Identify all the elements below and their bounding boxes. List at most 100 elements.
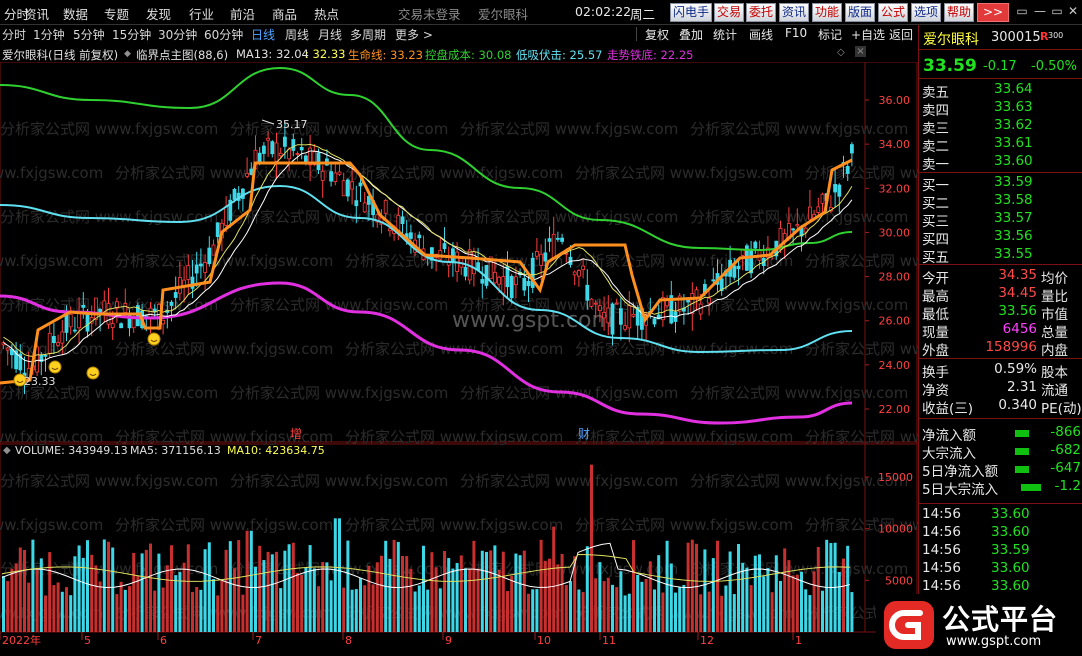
formula-name[interactable]: 临界点主图(88,6) xyxy=(136,47,228,63)
menu-item-hot[interactable]: 热点 xyxy=(314,4,339,23)
menu-item-frontier[interactable]: 前沿 xyxy=(230,4,255,23)
collapse-icon[interactable]: ◇ xyxy=(837,47,845,58)
volume-bar xyxy=(161,587,165,632)
candle-body xyxy=(110,323,115,329)
help-button[interactable]: 帮助 xyxy=(944,3,975,22)
period-more[interactable]: 更多 > xyxy=(395,26,433,43)
candle-body xyxy=(383,199,388,214)
volume-bar xyxy=(690,539,694,632)
period-1min[interactable]: 1分钟 xyxy=(33,26,65,43)
candle-body xyxy=(837,184,842,197)
menu-item-discover[interactable]: 发现 xyxy=(146,4,171,23)
draw-line-button[interactable]: 画线 xyxy=(749,26,773,43)
volume-bar xyxy=(783,548,787,632)
divider xyxy=(919,78,1082,79)
formula-button[interactable]: 公式 xyxy=(878,3,909,22)
menu-item-commodity[interactable]: 商品 xyxy=(272,4,297,23)
news-button[interactable]: 资讯 xyxy=(779,3,810,22)
volume-bar xyxy=(501,551,505,632)
candle-body xyxy=(278,152,283,157)
add-watchlist-button[interactable]: +自选 xyxy=(851,26,885,43)
stat2-label2: 流通 xyxy=(1041,383,1068,399)
f10-button[interactable]: F10 xyxy=(785,26,807,40)
volume-bar xyxy=(157,553,161,632)
period-15min[interactable]: 15分钟 xyxy=(112,26,151,43)
login-status[interactable]: 交易未登录 xyxy=(398,4,461,23)
volume-bar xyxy=(388,558,392,632)
candle-body xyxy=(232,188,237,200)
watermark-text: 分析家公式网 www.fxjgsw.com xyxy=(575,164,793,182)
back-button[interactable]: 返回 xyxy=(889,26,913,43)
volume-bar xyxy=(123,589,127,632)
volume-bar xyxy=(657,555,661,632)
candle-body xyxy=(539,253,543,266)
mark-button[interactable]: 标记 xyxy=(818,26,842,43)
menu-item-topics[interactable]: 专题 xyxy=(104,4,129,23)
date-tick-label: 7 xyxy=(255,634,262,647)
period-30min[interactable]: 30分钟 xyxy=(158,26,197,43)
kline-chart[interactable]: 分析家公式网 www.fxjgsw.com 分析家公式网 www.fxjgsw.c… xyxy=(0,62,918,656)
menu-item-news[interactable]: 资讯 xyxy=(24,4,49,23)
function-button[interactable]: 功能 xyxy=(812,3,843,22)
candle-body xyxy=(492,271,497,284)
close-pane-icon[interactable]: × xyxy=(855,46,866,57)
period-fenshi[interactable]: 分时 xyxy=(2,26,26,43)
watermark-text: 分析家公式网 www.fxjgsw.com xyxy=(805,428,918,446)
candle-body xyxy=(514,276,518,286)
volume-bar xyxy=(312,568,316,632)
volume-bar xyxy=(514,553,518,632)
restore-right-button[interactable]: 复权 xyxy=(645,26,669,43)
volume-bar xyxy=(300,575,304,632)
options-button[interactable]: 选项 xyxy=(911,3,942,22)
overlay-button[interactable]: 叠加 xyxy=(679,26,703,43)
volume-ma5: MA5: 371156.13 xyxy=(130,444,221,457)
volume-bar xyxy=(199,589,203,632)
window-restore-icon[interactable]: ▭ xyxy=(1012,2,1032,20)
volume-bar xyxy=(279,588,283,632)
order-button[interactable]: 委托 xyxy=(746,3,777,22)
candle-body xyxy=(186,265,191,280)
period-multi[interactable]: 多周期 xyxy=(350,26,386,43)
candle-body xyxy=(173,292,178,298)
volume-tick-label: 5000 xyxy=(885,574,913,587)
flow-label: 大宗流入 xyxy=(922,446,976,462)
stat-label: 今开 xyxy=(922,271,949,287)
period-monthly[interactable]: 月线 xyxy=(318,26,342,43)
window-close-icon[interactable]: ✕ xyxy=(1063,2,1082,20)
bid-label: 买二 xyxy=(922,196,949,212)
candle-body xyxy=(85,314,90,332)
volume-bar xyxy=(438,588,442,632)
volume-bar xyxy=(182,562,186,632)
trade-button[interactable]: 交易 xyxy=(714,3,745,22)
candle-body xyxy=(631,313,636,317)
flow-bar xyxy=(1015,466,1029,473)
watermark-text: 分析家公式网 www.fxjgsw.com xyxy=(575,428,793,446)
candle-body xyxy=(808,206,812,220)
bid-price: 33.58 xyxy=(994,192,1033,208)
volume-bar xyxy=(254,566,257,632)
period-weekly[interactable]: 周线 xyxy=(285,26,309,43)
watermark-text: 分析家公式网 www.fxjgsw.com xyxy=(460,560,678,578)
bid-label: 买一 xyxy=(922,178,949,194)
volume-bar xyxy=(808,595,812,632)
date-tick-label: 1 xyxy=(795,634,802,647)
menu-item-data[interactable]: 数据 xyxy=(63,4,88,23)
statistics-button[interactable]: 统计 xyxy=(713,26,737,43)
menu-item-industry[interactable]: 行业 xyxy=(189,4,214,23)
volume-bar xyxy=(653,589,656,632)
period-60min[interactable]: 60分钟 xyxy=(204,26,243,43)
period-5min[interactable]: 5分钟 xyxy=(73,26,105,43)
watermark-text: 分析家公式网 www.fxjgsw.com xyxy=(805,252,918,270)
price-tick-label: 26.00 xyxy=(879,315,911,328)
candle-body xyxy=(282,136,287,147)
candle-body xyxy=(211,244,216,256)
lightning-trade-button[interactable]: 闪电手 xyxy=(670,3,713,22)
candle-body xyxy=(198,263,203,267)
period-daily[interactable]: 日线 xyxy=(251,26,275,43)
flow-label: 净流入额 xyxy=(922,428,976,444)
more-button[interactable]: >> xyxy=(977,3,1009,22)
layout-button[interactable]: 版面 xyxy=(845,3,876,22)
candle-body xyxy=(732,265,737,278)
volume-bar xyxy=(447,558,451,632)
candle-body xyxy=(387,228,392,232)
